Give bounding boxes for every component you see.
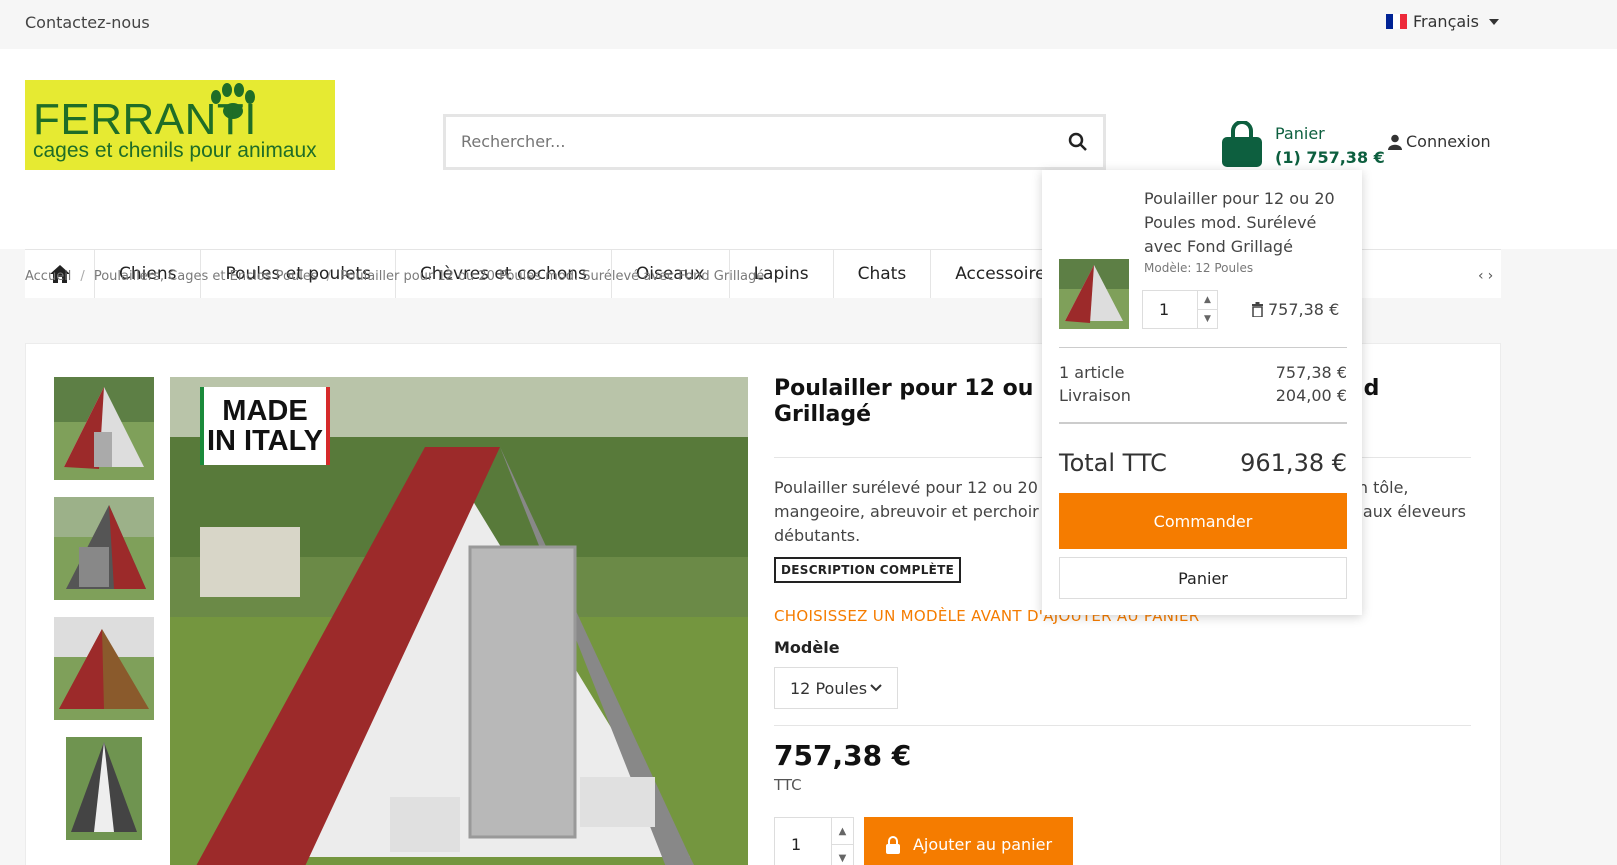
tax-label: TTC xyxy=(774,776,802,794)
cart-label: Panier xyxy=(1275,124,1325,143)
popup-shipping-row: Livraison 204,00 € xyxy=(1059,386,1347,405)
prev-next-arrows[interactable]: ‹› xyxy=(1478,268,1497,284)
cart-summary: (1) 757,38 € xyxy=(1275,148,1385,167)
nav-item-chats[interactable]: Chats xyxy=(834,250,932,298)
add-to-cart-button[interactable]: Ajouter au panier xyxy=(864,817,1073,865)
popup-articles-row: 1 article 757,38 € xyxy=(1059,363,1347,382)
model-label: Modèle xyxy=(774,638,840,657)
search-box xyxy=(443,114,1106,170)
quantity-value: 1 xyxy=(791,835,802,854)
top-bar: Contactez-nous Français xyxy=(0,0,1617,49)
search-icon[interactable] xyxy=(1067,131,1089,153)
french-flag-icon xyxy=(1386,14,1407,29)
search-input[interactable] xyxy=(461,132,1021,151)
product-price: 757,38 € xyxy=(774,739,912,772)
language-selector[interactable]: Français xyxy=(1386,12,1499,31)
logo-tagline: cages et chenils pour animaux xyxy=(33,139,317,162)
checkout-button[interactable]: Commander xyxy=(1059,493,1347,549)
popup-line-price: 757,38 € xyxy=(1251,300,1339,319)
caret-down-icon xyxy=(1488,18,1499,25)
model-select[interactable]: 12 Poules xyxy=(774,667,898,709)
product-main-image[interactable]: MADE IN ITALY xyxy=(170,377,748,865)
quantity-stepper[interactable]: 1 ▲ ▼ xyxy=(774,817,854,865)
shopping-bag-icon xyxy=(1222,121,1262,167)
popup-product-image[interactable] xyxy=(1059,259,1129,329)
breadcrumb-category[interactable]: Poulaillers, Cages et Enclos Poules xyxy=(94,269,318,284)
full-description-button[interactable]: DESCRIPTION COMPLÈTE xyxy=(774,557,962,583)
decrement-button[interactable]: ▼ xyxy=(831,845,853,865)
increment-button[interactable]: ▲ xyxy=(831,818,853,845)
popup-decrement-button[interactable]: ▼ xyxy=(1197,310,1217,329)
language-label: Français xyxy=(1413,12,1479,31)
cart-dropdown: Poulailler pour 12 ou 20 Poules mod. Sur… xyxy=(1042,170,1362,615)
popup-product-name[interactable]: Poulailler pour 12 ou 20 Poules mod. Sur… xyxy=(1144,187,1344,259)
popup-product-model: Modèle: 12 Poules xyxy=(1144,261,1254,275)
contact-link[interactable]: Contactez-nous xyxy=(25,13,150,32)
logo-name: FERRANTI xyxy=(33,95,257,144)
breadcrumb-home[interactable]: Accueil xyxy=(25,269,71,284)
user-icon xyxy=(1388,134,1402,150)
login-label: Connexion xyxy=(1406,132,1491,151)
breadcrumb: Accueil / Poulaillers, Cages et Enclos P… xyxy=(25,269,765,284)
chevron-down-icon xyxy=(870,684,882,692)
popup-quantity-value: 1 xyxy=(1159,300,1170,319)
product-thumbnail[interactable] xyxy=(54,377,154,480)
popup-quantity-stepper[interactable]: 1 ▲ ▼ xyxy=(1142,290,1218,329)
header: FERRANTI cages et chenils pour animaux P… xyxy=(0,49,1617,298)
view-cart-button[interactable]: Panier xyxy=(1059,557,1347,599)
trash-icon[interactable] xyxy=(1251,302,1264,317)
breadcrumb-current: Poulailler pour 12 ou 20 Poules mod. Sur… xyxy=(340,269,765,284)
login-link[interactable]: Connexion xyxy=(1388,132,1491,151)
popup-total-row: Total TTC 961,38 € xyxy=(1059,449,1347,477)
made-in-italy-badge: MADE IN ITALY xyxy=(200,387,330,465)
lock-icon xyxy=(885,835,900,854)
site-logo[interactable]: FERRANTI cages et chenils pour animaux xyxy=(25,80,335,170)
product-thumbnail[interactable] xyxy=(54,617,154,720)
popup-increment-button[interactable]: ▲ xyxy=(1197,291,1217,310)
product-thumbnail[interactable] xyxy=(66,737,142,840)
product-thumbnail[interactable] xyxy=(54,497,154,600)
